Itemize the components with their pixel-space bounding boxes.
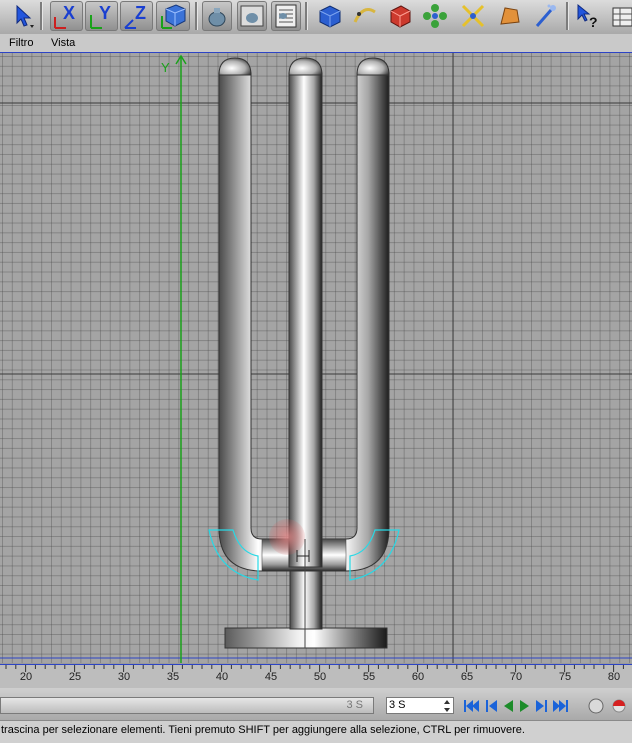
candelabra-object[interactable] [218, 57, 390, 649]
next-key-icon[interactable] [536, 700, 547, 712]
nurbs-box-icon [390, 5, 411, 28]
toolbar-separator [40, 2, 43, 30]
ruler-tick-label: 70 [509, 671, 523, 683]
add-deformer-button[interactable] [458, 1, 488, 31]
array-object-icon [423, 4, 447, 28]
record-toggle-icon[interactable] [588, 698, 604, 714]
frame-stepper-icon[interactable] [443, 699, 451, 713]
add-light-button[interactable] [530, 1, 560, 31]
ruler-tick-label: 25 [68, 671, 82, 683]
add-spline-button[interactable] [350, 1, 380, 31]
render-picture-viewer-button[interactable] [237, 1, 267, 31]
context-help-button[interactable]: ? [574, 1, 604, 31]
go-to-end-icon[interactable] [553, 700, 568, 712]
render-settings-icon [275, 4, 297, 28]
left-arm-cap [218, 57, 252, 76]
record-red-icon [613, 700, 625, 706]
coordinate-cube-icon [161, 4, 186, 29]
light-icon [535, 4, 556, 27]
right-arm-cap [356, 57, 390, 76]
add-nurbs-button[interactable] [385, 1, 415, 31]
x-axis-lock-button[interactable]: X [50, 1, 83, 31]
viewport-canvas: Y [0, 53, 632, 663]
status-bar: trascina per selezionare elementi. Tieni… [0, 720, 632, 743]
teapot-render-icon [208, 8, 226, 27]
ruler-tick-label: 65 [460, 671, 474, 683]
ruler-tick-label: 60 [411, 671, 425, 683]
ruler-tick-label: 55 [362, 671, 376, 683]
help-cursor-icon: ? [577, 3, 598, 30]
ruler-tick-label: 40 [215, 671, 229, 683]
current-frame-value: 3 S [389, 699, 406, 711]
play-backward-icon[interactable] [504, 700, 513, 712]
toolbar-separator [305, 2, 308, 30]
candelabra-center-arm [288, 72, 323, 568]
ruler-tick-label: 75 [558, 671, 572, 683]
menu-vista[interactable]: Vista [51, 37, 75, 49]
scene-object-icon [500, 7, 520, 25]
timeline-ruler[interactable]: 20 25 30 35 40 45 50 55 60 65 70 75 80 [0, 664, 632, 689]
main-toolbar: X Y Z ? [0, 0, 632, 35]
z-axis-icon: Z [123, 3, 146, 29]
svg-text:X: X [63, 3, 75, 23]
svg-text:Y: Y [99, 3, 111, 23]
menu-filtro[interactable]: Filtro [9, 37, 33, 49]
mouse-cursor-highlight [269, 519, 305, 555]
svg-text:Z: Z [135, 3, 146, 23]
deformer-icon [461, 4, 485, 28]
ruler-tick-label: 35 [166, 671, 180, 683]
x-axis-icon: X [53, 3, 75, 29]
ruler-tick-label: 45 [264, 671, 278, 683]
y-axis-icon: Y [89, 3, 111, 29]
current-frame-field[interactable]: 3 S [386, 697, 454, 714]
timeline-controls: 3 S 3 S [0, 688, 632, 720]
add-array-button[interactable] [420, 1, 450, 31]
add-scene-object-button[interactable] [494, 1, 524, 31]
status-message: trascina per selezionare elementi. Tieni… [1, 724, 525, 736]
render-settings-button[interactable] [271, 1, 301, 31]
cursor-arrow-icon [16, 4, 34, 28]
center-arm-cap [288, 57, 323, 76]
time-slider-track[interactable]: 3 S [0, 697, 374, 714]
layout-button[interactable] [608, 1, 632, 31]
time-slider-value: 3 S [346, 699, 363, 711]
go-to-start-icon[interactable] [464, 700, 479, 712]
ruler-tick-label: 20 [19, 671, 33, 683]
world-coordinates-button[interactable] [156, 1, 190, 31]
layout-grid-icon [612, 7, 632, 27]
toolbar-separator [195, 2, 198, 30]
play-forward-icon[interactable] [520, 700, 529, 712]
playback-controls [464, 698, 626, 714]
y-axis-label: Y [161, 60, 170, 75]
candelabra-base [224, 627, 388, 649]
3d-viewport[interactable]: Y [0, 53, 632, 663]
spline-pen-icon [353, 8, 376, 23]
svg-text:?: ? [589, 14, 598, 30]
render-view-button[interactable] [202, 1, 232, 31]
ruler-tick-label: 50 [313, 671, 327, 683]
z-axis-lock-button[interactable]: Z [120, 1, 153, 31]
ruler-tick-label: 80 [607, 671, 621, 683]
cube-primitive-icon [319, 5, 341, 28]
viewport-menu-bar: Filtro Vista [0, 34, 632, 53]
add-cube-button[interactable] [315, 1, 345, 31]
y-axis-lock-button[interactable]: Y [85, 1, 118, 31]
toolbar-separator [566, 2, 569, 30]
teapot-viewer-icon [240, 5, 264, 27]
selection-arrow-tool[interactable] [8, 1, 38, 31]
previous-key-icon[interactable] [486, 700, 497, 712]
ruler-tick-label: 30 [117, 671, 131, 683]
